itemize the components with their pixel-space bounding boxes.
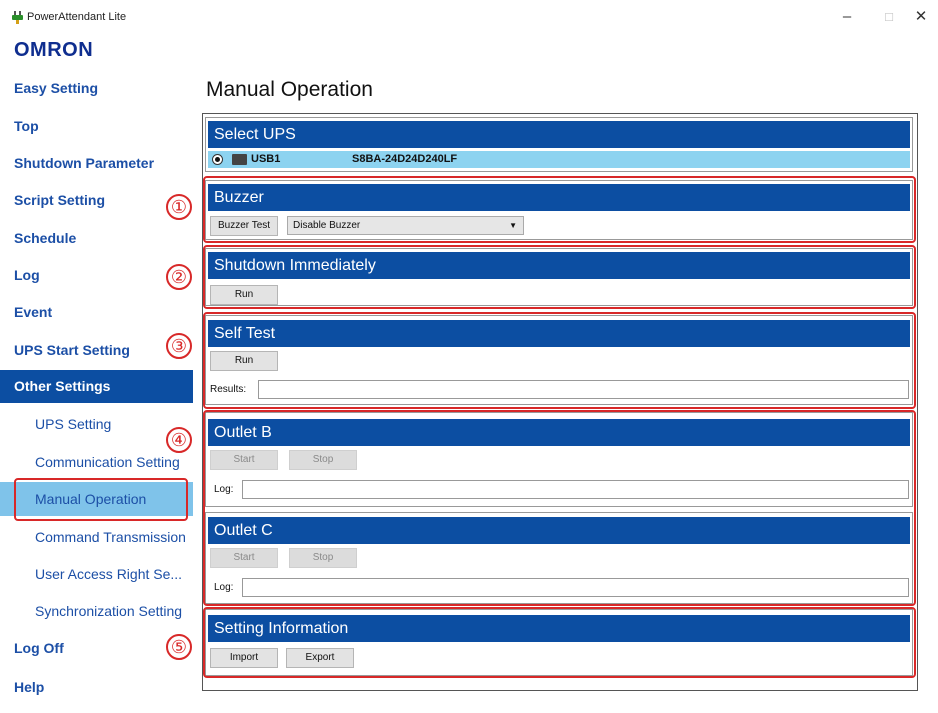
annotation-number-5: ⑤ [166,634,192,660]
omron-logo: OMRON [14,39,94,61]
maximize-button[interactable]: □ [874,6,904,28]
nav-help[interactable]: Help [0,672,193,702]
annotation-box-5 [203,607,916,678]
annotation-box-4 [203,410,916,606]
close-button[interactable]: ✕ [906,6,936,28]
plug-icon [12,11,23,24]
annotation-number-2: ② [166,264,192,290]
nav-top[interactable]: Top [0,111,193,141]
annotation-number-1: ① [166,194,192,220]
nav-log-off[interactable]: Log Off [0,633,193,663]
window-title: PowerAttendant Lite [27,11,127,23]
ups-device-icon [232,154,247,165]
select-ups-header: Select UPS [208,121,910,148]
annotation-box-2 [203,245,916,309]
annotation-box-3 [203,312,916,409]
ups-model: S8BA-24D24D240LF [352,153,458,165]
ups-radio-button[interactable] [212,154,223,165]
nav-ups-setting[interactable]: UPS Setting [0,409,193,439]
annotation-number-4: ④ [166,427,192,453]
ups-list-row[interactable]: USB1 S8BA-24D24D240LF [208,151,910,168]
nav-event[interactable]: Event [0,297,193,327]
nav-communication-setting[interactable]: Communication Setting [0,447,193,477]
title-bar: PowerAttendant Lite – □ ✕ [0,0,938,32]
nav-shutdown-parameter[interactable]: Shutdown Parameter [0,148,193,178]
nav-log[interactable]: Log [0,260,193,290]
nav-synchronization-setting[interactable]: Synchronization Setting [0,596,193,626]
nav-user-access-right[interactable]: User Access Right Se... [0,559,193,589]
nav-script-setting[interactable]: Script Setting [0,185,193,215]
annotation-number-3: ③ [166,333,192,359]
nav-ups-start-setting[interactable]: UPS Start Setting [0,335,193,365]
ups-port: USB1 [251,153,281,165]
nav-other-settings[interactable]: Other Settings [0,370,193,403]
minimize-button[interactable]: – [832,6,862,28]
annotation-highlight-nav [14,478,188,521]
nav-command-transmission[interactable]: Command Transmission [0,522,193,552]
nav-easy-setting[interactable]: Easy Setting [0,73,193,103]
nav-schedule[interactable]: Schedule [0,223,193,253]
annotation-box-1 [203,176,916,243]
page-title: Manual Operation [206,78,373,101]
